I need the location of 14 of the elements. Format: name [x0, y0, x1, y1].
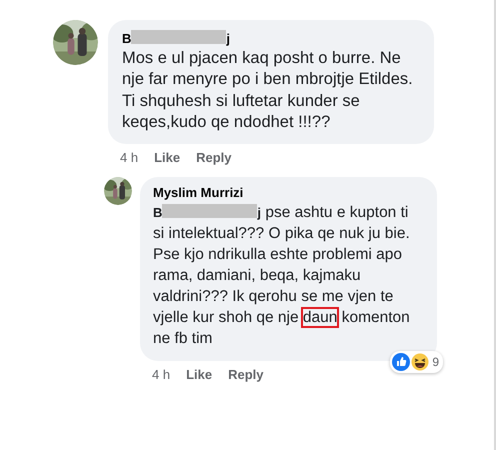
- author-name[interactable]: Myslim Murrizi: [153, 184, 423, 200]
- laughing-emoji-icon: [411, 353, 430, 372]
- comment-text: Mos e ul pjacen kaq posht o burre. Ne nje far menyre po i ben mbrojtje Etildes.: [122, 48, 414, 90]
- comment-time: 4 h: [152, 367, 170, 382]
- like-link[interactable]: Like: [154, 150, 180, 165]
- like-link[interactable]: Like: [186, 367, 212, 382]
- comment-text: B j pse ashtu e kupton ti si intelektual??? O pika qe nuk ju bie. Pse kjo ndrikulla eshte problemi apo rama, damiani, beqa, kajmaku valdrini??? Ik qerohu se me vjen te vjelle kur shoh qe nje daun komenton ne fb tim: [153, 202, 411, 350]
- reply-link[interactable]: Reply: [228, 367, 264, 382]
- reply-link[interactable]: Reply: [196, 150, 232, 165]
- comment-time: 4 h: [120, 150, 138, 165]
- thumbs-up-icon: [392, 353, 410, 372]
- comment-text: Ti shquhesh si luftetar kunder se keqes,kudo qe ndodhet !!!??: [122, 90, 361, 134]
- reaction-badge[interactable]: 9: [390, 351, 443, 374]
- author-name[interactable]: B j: [122, 30, 420, 46]
